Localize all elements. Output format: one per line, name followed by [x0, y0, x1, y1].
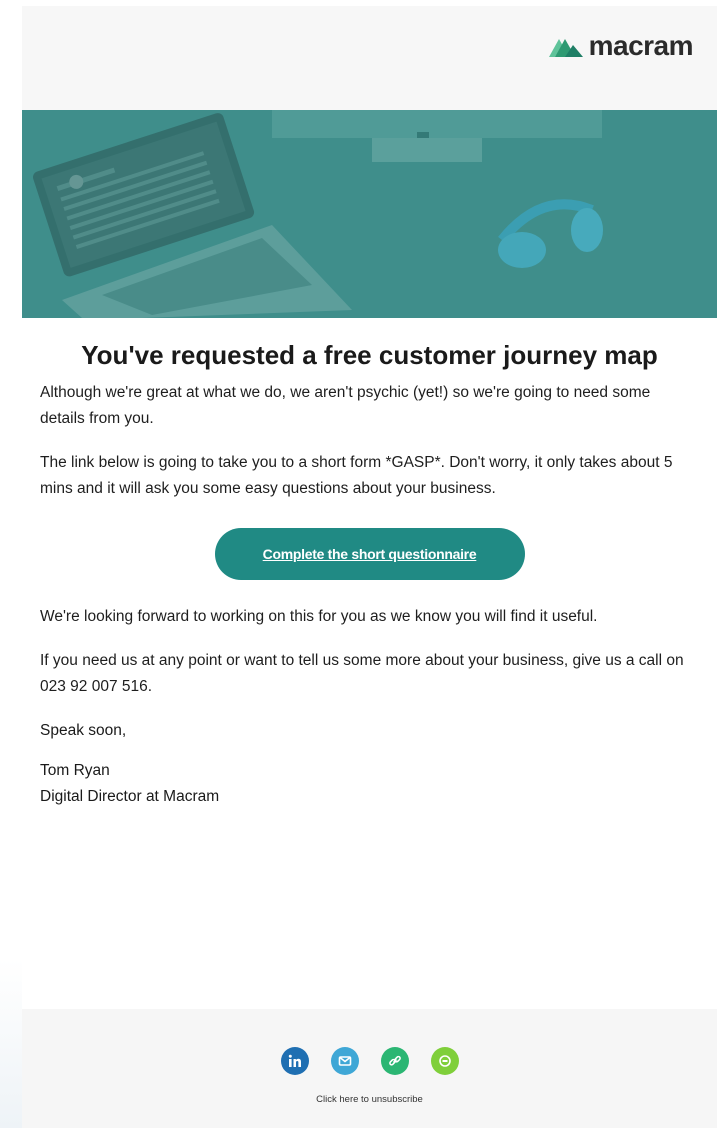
email-header: macram — [22, 6, 717, 110]
chat-icon[interactable] — [430, 1047, 459, 1075]
form-paragraph: The link below is going to take you to a… — [40, 454, 673, 497]
brand-logo[interactable]: macram — [548, 30, 694, 62]
signature-title: Digital Director at Macram — [40, 788, 220, 805]
hero-image — [22, 110, 717, 318]
unsubscribe-link[interactable]: Click here to unsubscribe — [22, 1094, 717, 1105]
page: macram You've requested a free customer … — [0, 0, 717, 1128]
logo-mark-icon — [548, 39, 583, 57]
signature-name: Tom Ryan — [40, 762, 110, 779]
sign-off: Speak soon, — [40, 722, 127, 739]
email-footer: Click here to unsubscribe — [22, 1009, 717, 1128]
linkedin-icon[interactable] — [280, 1047, 309, 1075]
hero-illustration — [22, 110, 717, 318]
email-body: macram You've requested a free customer … — [22, 6, 717, 1128]
intro-paragraph: Although we're great at what we do, we a… — [40, 384, 651, 427]
email-content: You've requested a free customer journey… — [22, 338, 717, 810]
email-icon[interactable] — [330, 1047, 359, 1075]
logo-text: macram — [588, 30, 694, 61]
social-links — [22, 1047, 717, 1075]
questionnaire-button[interactable]: Complete the short questionnaire — [214, 528, 525, 580]
signature: Tom Ryan Digital Director at Macram — [40, 758, 699, 810]
contact-paragraph: If you need us at any point or want to t… — [40, 652, 684, 695]
headline: You've requested a free customer journey… — [81, 340, 658, 370]
link-icon[interactable] — [380, 1047, 409, 1075]
cta-container: Complete the short questionnaire — [40, 528, 699, 580]
closing-paragraph: We're looking forward to working on this… — [40, 608, 598, 625]
